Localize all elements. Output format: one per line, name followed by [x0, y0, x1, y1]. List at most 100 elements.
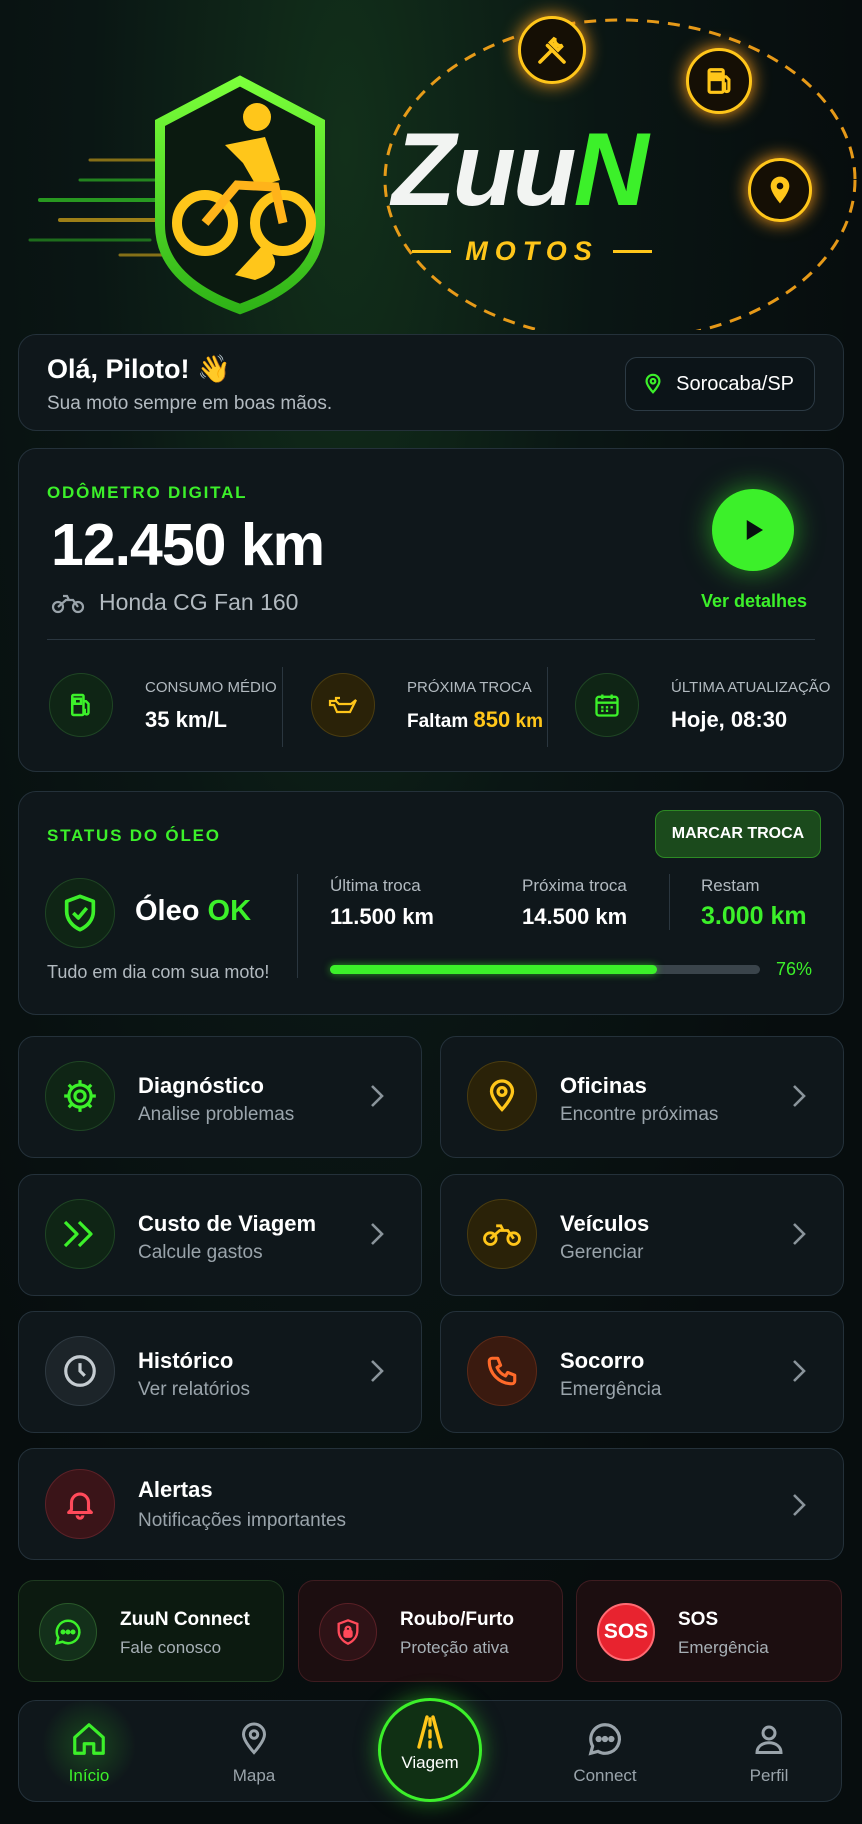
action-zuun-connect[interactable]: ZuuN Connect Fale conosco [18, 1580, 284, 1682]
next-change-value-row: Faltam 850 km [407, 707, 543, 733]
tile-title: Diagnóstico [138, 1073, 264, 1098]
odometer-divider [47, 639, 815, 640]
chat-bubble-icon [39, 1603, 97, 1661]
bell-icon [45, 1469, 115, 1539]
oil-progress-text: 76% [776, 959, 813, 979]
nav-trip[interactable]: Viagem [378, 1698, 482, 1802]
remaining-label: Restam [701, 876, 760, 895]
road-icon [417, 1715, 443, 1749]
chevron-right-icon [371, 1223, 384, 1245]
play-details-button[interactable] [712, 489, 794, 571]
brand-line-right [612, 249, 652, 253]
oil-status-text: Óleo OK [135, 895, 251, 928]
clock-icon [45, 1336, 115, 1406]
brand-name-part2: N [573, 112, 649, 228]
action-title: ZuuN Connect [120, 1609, 250, 1630]
chevron-right-icon [793, 1360, 806, 1382]
details-link[interactable]: Ver detalhes [699, 591, 809, 612]
sos-badge: SOS [597, 1603, 655, 1661]
remaining-value: 3.000 km [701, 902, 807, 930]
action-subtitle: Emergência [678, 1638, 769, 1657]
fuel-pump-icon [686, 48, 752, 114]
nav-map[interactable]: Mapa [194, 1720, 314, 1786]
oil-status-value: OK [207, 895, 252, 927]
stat-divider [547, 667, 548, 747]
nav-connect[interactable]: Connect [545, 1720, 665, 1786]
next-change-prefix: Faltam [407, 711, 469, 732]
mark-change-button[interactable]: MARCAR TROCA [655, 810, 821, 858]
action-title: SOS [678, 1609, 719, 1630]
next-change-stat: PRÓXIMA TROCA Faltam 850 km [311, 671, 551, 741]
tile-title: Socorro [560, 1348, 645, 1373]
tile-diagnostico[interactable]: Diagnóstico Analise problemas [18, 1036, 422, 1158]
greeting-title: Olá, Piloto! 👋 [47, 354, 231, 384]
shield-check-icon [45, 878, 115, 948]
action-roubo-furto[interactable]: Roubo/Furto Proteção ativa [298, 1580, 563, 1682]
tile-title: Veículos [560, 1211, 650, 1236]
tile-subtitle: Emergência [560, 1379, 662, 1400]
tile-socorro[interactable]: Socorro Emergência [440, 1311, 844, 1433]
motorcycle-icon [51, 594, 85, 613]
greeting-subtitle: Sua moto sempre em boas mãos. [47, 393, 333, 414]
fuel-stat-label: CONSUMO MÉDIO [145, 679, 277, 696]
next-change-label: PRÓXIMA TROCA [407, 679, 532, 696]
location-pin-icon [748, 158, 812, 222]
tile-custo-viagem[interactable]: Custo de Viagem Calcule gastos [18, 1174, 422, 1296]
tile-title: Oficinas [560, 1073, 647, 1098]
nav-connect-label: Connect [573, 1766, 637, 1785]
brand-subtitle-row: MOTOS [412, 236, 652, 266]
oil-status-card: STATUS DO ÓLEO MARCAR TROCA Óleo OK Tudo… [18, 791, 844, 1015]
chat-bubble-icon [588, 1723, 621, 1756]
tile-subtitle: Calcule gastos [138, 1242, 263, 1263]
oil-status-label: STATUS DO ÓLEO [47, 826, 221, 845]
stat-divider [282, 667, 283, 747]
nav-profile[interactable]: Perfil [709, 1720, 829, 1786]
brand-wordmark: ZuuN [392, 118, 649, 222]
last-change-label: Última troca [330, 876, 421, 895]
sos-badge-text: SOS [603, 1620, 649, 1643]
tile-subtitle: Notificações importantes [138, 1510, 347, 1531]
fuel-icon [49, 673, 113, 737]
wrench-icon [518, 16, 586, 84]
user-icon [755, 1725, 783, 1754]
oil-status-prefix: Óleo [135, 895, 200, 927]
oil-divider [297, 874, 298, 978]
odometer-value: 12.450 km [51, 512, 325, 578]
nav-profile-label: Perfil [749, 1766, 789, 1785]
last-change-value: 11.500 km [330, 904, 434, 929]
home-icon [73, 1723, 105, 1755]
tile-veiculos[interactable]: Veículos Gerenciar [440, 1174, 844, 1296]
tile-subtitle: Ver relatórios [138, 1379, 250, 1400]
tile-subtitle: Analise problemas [138, 1104, 295, 1125]
bike-model-row: Honda CG Fan 160 [51, 589, 298, 616]
odometer-card: ODÔMETRO DIGITAL 12.450 km Honda CG Fan … [18, 448, 844, 772]
tile-oficinas[interactable]: Oficinas Encontre próximas [440, 1036, 844, 1158]
bike-model: Honda CG Fan 160 [99, 589, 299, 615]
nav-home[interactable]: Início [29, 1700, 149, 1790]
last-update-label: ÚLTIMA ATUALIZAÇÃO [671, 679, 831, 696]
action-sos[interactable]: SOS SOS Emergência [576, 1580, 842, 1682]
tile-title: Histórico [138, 1348, 234, 1373]
tile-alertas[interactable]: Alertas Notificações importantes [18, 1448, 844, 1560]
location-label: Sorocaba/SP [676, 372, 794, 395]
moto-shield-logo [155, 75, 325, 315]
brand-subtitle: MOTOS [465, 235, 599, 266]
oil-progress-track [330, 965, 760, 974]
location-chip[interactable]: Sorocaba/SP [625, 357, 815, 411]
double-chevron-icon [45, 1199, 115, 1269]
oil-message: Tudo em dia com sua moto! [47, 962, 270, 982]
tile-subtitle: Encontre próximas [560, 1104, 719, 1125]
app-header: ZuuN MOTOS [0, 0, 862, 330]
tile-subtitle: Gerenciar [560, 1242, 644, 1263]
motorcycle-icon [467, 1199, 537, 1269]
action-subtitle: Fale conosco [120, 1638, 222, 1657]
chevron-right-icon [371, 1360, 384, 1382]
calendar-icon [575, 673, 639, 737]
nav-map-label: Mapa [232, 1766, 276, 1785]
shield-lock-icon [319, 1603, 377, 1661]
brand-name-part1: Zuu [392, 112, 577, 228]
next-change-unit: km [515, 711, 543, 732]
tile-historico[interactable]: Histórico Ver relatórios [18, 1311, 422, 1433]
oil-divider-2 [669, 874, 670, 930]
action-subtitle: Proteção ativa [400, 1638, 509, 1657]
